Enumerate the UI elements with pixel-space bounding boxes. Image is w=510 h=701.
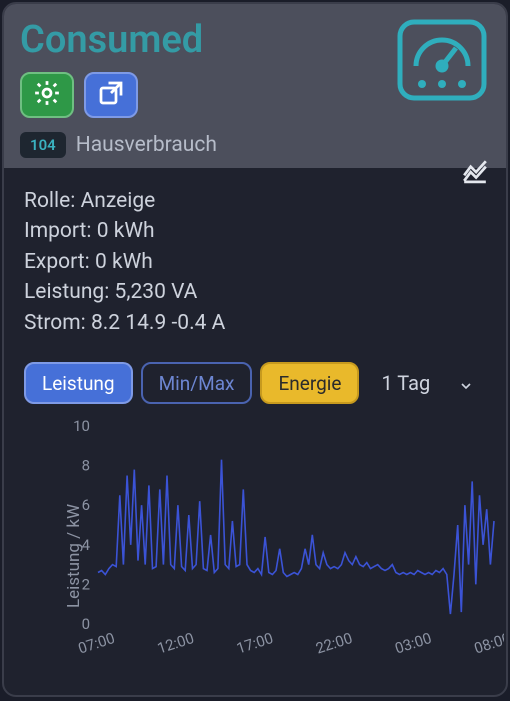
- card-header: Consumed: [4, 4, 506, 168]
- device-card: Consumed: [2, 2, 508, 697]
- info-leistung: Leistung: 5,230 VA: [24, 277, 486, 307]
- label: Leistung:: [24, 280, 109, 304]
- svg-text:8: 8: [82, 457, 90, 475]
- label: Rolle:: [24, 189, 75, 213]
- info-rolle: Rolle: Anzeige: [24, 186, 486, 216]
- svg-text:07:00: 07:00: [76, 629, 117, 658]
- label: Strom:: [24, 311, 86, 335]
- settings-button[interactable]: [20, 72, 74, 118]
- value: 8.2 14.9 -0.4 A: [91, 311, 225, 335]
- meter-icon: [392, 14, 492, 114]
- chart-toggle-button[interactable]: [462, 158, 488, 184]
- card-body: Rolle: Anzeige Import: 0 kWh Export: 0 k…: [4, 168, 506, 695]
- info-strom: Strom: 8.2 14.9 -0.4 A: [24, 308, 486, 338]
- chart-area: Leistung / kW 0246810 07:0012:0017:0022:…: [24, 414, 486, 687]
- chart-svg: 0 2 4 6 8 10 07:00 12:00 17:00 22:00 03:00 08:00: [64, 414, 504, 662]
- value: Anzeige: [81, 189, 156, 213]
- gear-icon: [32, 78, 62, 112]
- info-export: Export: 0 kWh: [24, 247, 486, 277]
- svg-text:6: 6: [82, 496, 90, 514]
- svg-text:4: 4: [82, 536, 91, 554]
- expand-icon: [96, 78, 126, 112]
- device-id-badge: 104: [20, 132, 66, 158]
- svg-text:2: 2: [82, 576, 90, 594]
- svg-text:10: 10: [73, 417, 90, 435]
- expand-button[interactable]: [84, 72, 138, 118]
- label: Import:: [24, 219, 91, 243]
- svg-text:17:00: 17:00: [234, 629, 275, 658]
- chart-controls: Leistung Min/Max Energie 1 Tag: [24, 362, 486, 404]
- svg-text:08:00: 08:00: [472, 629, 504, 658]
- tag-row: 104 Hausverbrauch: [20, 132, 490, 158]
- line-chart-icon: [462, 169, 488, 188]
- tab-leistung[interactable]: Leistung: [24, 362, 133, 404]
- tab-minmax[interactable]: Min/Max: [141, 362, 253, 404]
- value: 5,230 VA: [115, 280, 198, 304]
- range-label: 1 Tag: [381, 371, 430, 395]
- label: Export:: [24, 250, 90, 274]
- value: 0 kWh: [97, 219, 155, 243]
- svg-text:22:00: 22:00: [314, 629, 355, 658]
- range-select[interactable]: 1 Tag: [373, 365, 482, 401]
- device-subtitle: Hausverbrauch: [76, 133, 217, 157]
- chevron-down-icon: [458, 375, 474, 391]
- svg-text:0: 0: [82, 615, 90, 633]
- info-import: Import: 0 kWh: [24, 216, 486, 246]
- svg-text:12:00: 12:00: [155, 629, 196, 658]
- value: 0 kWh: [95, 250, 153, 274]
- tab-energie[interactable]: Energie: [260, 362, 359, 404]
- svg-text:03:00: 03:00: [393, 629, 434, 658]
